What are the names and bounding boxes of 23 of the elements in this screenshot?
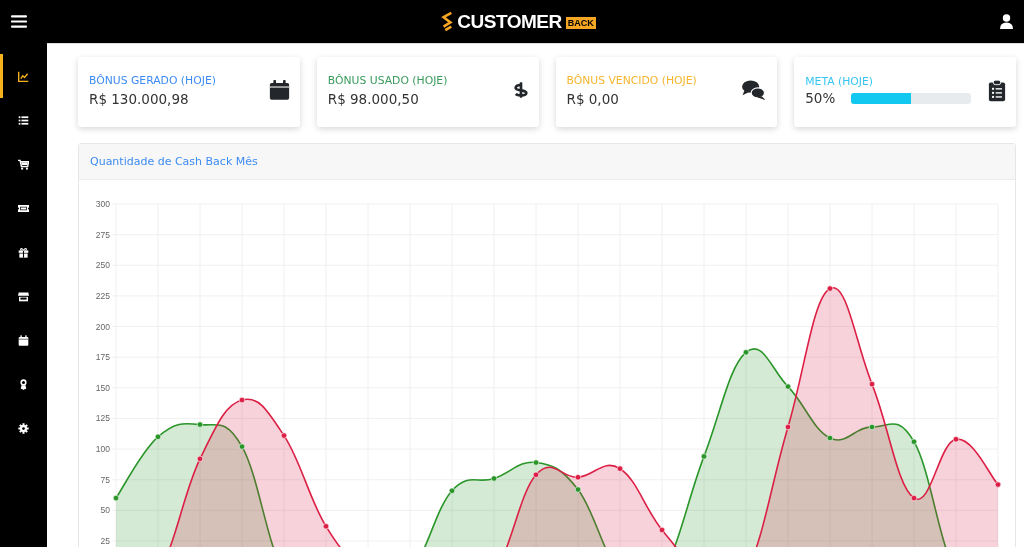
logo-badge: BACK (565, 17, 596, 29)
axis-label: 275 (95, 229, 110, 240)
axis-label: 75 (100, 474, 110, 485)
card-title: BÔNUS VENCIDO (HOJE) (566, 73, 697, 87)
axis-label: 225 (95, 290, 110, 301)
card-value: R$ 0,00 (566, 90, 620, 107)
card-title: META (HOJE) (805, 74, 874, 88)
axis-label: 25 (100, 535, 110, 546)
card-value: R$ 130.000,98 (89, 90, 190, 107)
card-title: BÔNUS USADO (HOJE) (327, 73, 448, 87)
axis-label: 250 (95, 260, 110, 271)
axis-label: 300 (95, 199, 110, 209)
axis-label: 125 (95, 413, 110, 424)
card-value: 50% (805, 89, 836, 106)
logo-text: CUSTOMER (457, 10, 562, 33)
card-title: BÔNUS GERADO (HOJE) (89, 73, 216, 87)
axis-label: 50 (100, 505, 110, 516)
axis-label: 150 (95, 382, 110, 393)
chart-title: Quantidade de Cash Back Mês (90, 155, 258, 168)
axis-label: 100 (95, 444, 110, 455)
axis-label: 175 (95, 352, 110, 363)
axis-label: 200 (95, 321, 110, 332)
card-value: R$ 98.000,50 (327, 90, 420, 107)
